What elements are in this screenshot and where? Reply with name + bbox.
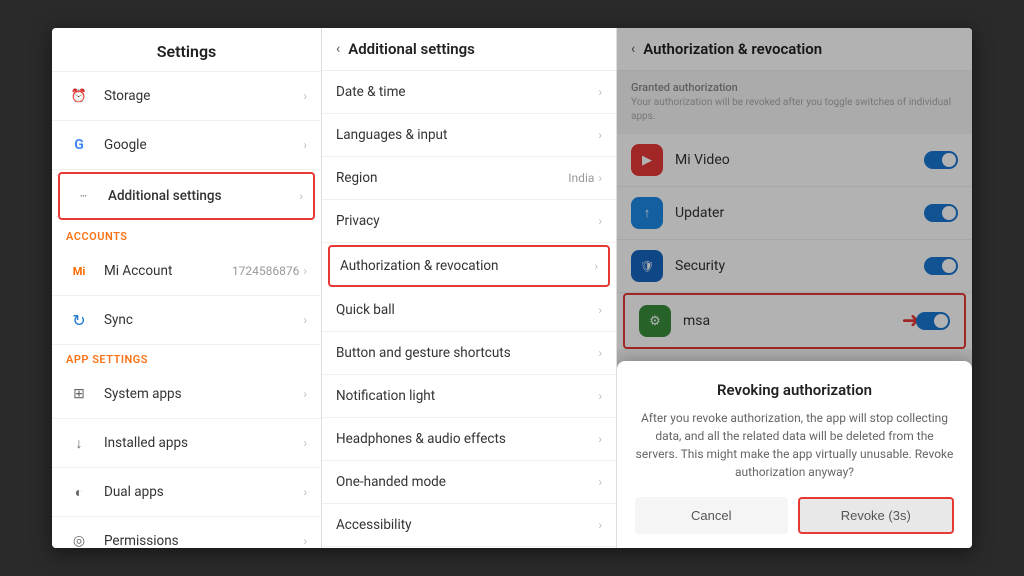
region-label: Region xyxy=(336,170,568,186)
region-value: India xyxy=(568,171,594,185)
storage-label: Storage xyxy=(104,88,303,104)
chevron-icon: › xyxy=(598,389,602,403)
sidebar-item-sync[interactable]: Sync › xyxy=(52,296,321,345)
p2-item-region[interactable]: Region India › xyxy=(322,157,616,200)
chevron-icon: › xyxy=(598,171,602,185)
installed-apps-label: Installed apps xyxy=(104,435,303,451)
revoke-title: Revoking authorization xyxy=(635,381,954,399)
sidebar-item-permissions[interactable]: Permissions › xyxy=(52,517,321,548)
chevron-icon: › xyxy=(598,518,602,532)
privacy-label: Privacy xyxy=(336,213,598,229)
p2-item-auth[interactable]: Authorization & revocation › xyxy=(328,245,610,287)
chevron-icon: › xyxy=(594,259,598,273)
sidebar-item-dual-apps[interactable]: Dual apps › xyxy=(52,468,321,517)
mi-account-value: 1724586876 xyxy=(232,264,299,278)
mi-icon xyxy=(66,258,92,284)
quick-ball-label: Quick ball xyxy=(336,302,598,318)
google-label: Google xyxy=(104,137,303,153)
sidebar-item-additional[interactable]: Additional settings › xyxy=(58,172,315,220)
phone-container: Settings Storage › Google › Additional s… xyxy=(52,28,972,548)
revoke-modal: Revoking authorization After you revoke … xyxy=(617,361,972,548)
revoke-button[interactable]: Revoke (3s) xyxy=(798,497,955,534)
p2-item-accessibility[interactable]: Accessibility › xyxy=(322,504,616,547)
sync-label: Sync xyxy=(104,312,303,328)
p2-item-button-gesture[interactable]: Button and gesture shortcuts › xyxy=(322,332,616,375)
additional-settings-title: Additional settings xyxy=(348,40,475,58)
settings-title: Settings xyxy=(52,28,321,72)
p2-item-headphones[interactable]: Headphones & audio effects › xyxy=(322,418,616,461)
chevron-icon: › xyxy=(598,475,602,489)
chevron-icon: › xyxy=(303,534,307,548)
one-handed-label: One-handed mode xyxy=(336,474,598,490)
chevron-icon: › xyxy=(303,89,307,103)
additional-settings-header: ‹ Additional settings xyxy=(322,28,616,71)
chevron-icon: › xyxy=(598,346,602,360)
chevron-icon: › xyxy=(598,128,602,142)
chevron-icon: › xyxy=(303,485,307,499)
p2-item-date-time[interactable]: Date & time › xyxy=(322,71,616,114)
chevron-icon: › xyxy=(303,138,307,152)
sidebar-item-installed-apps[interactable]: Installed apps › xyxy=(52,419,321,468)
accounts-section-header: ACCOUNTS xyxy=(52,222,321,247)
p2-item-one-handed[interactable]: One-handed mode › xyxy=(322,461,616,504)
additional-settings-panel: ‹ Additional settings Date & time › Lang… xyxy=(322,28,617,548)
headphones-label: Headphones & audio effects xyxy=(336,431,598,447)
apps-icon xyxy=(66,381,92,407)
auth-revoke-panel: ‹ Authorization & revocation Granted aut… xyxy=(617,28,972,548)
chevron-icon: › xyxy=(598,432,602,446)
date-time-label: Date & time xyxy=(336,84,598,100)
chevron-icon: › xyxy=(303,387,307,401)
more-icon xyxy=(70,183,96,209)
p2-item-notif-light[interactable]: Notification light › xyxy=(322,375,616,418)
sync-icon xyxy=(66,307,92,333)
chevron-icon: › xyxy=(303,313,307,327)
sidebar-item-mi-account[interactable]: Mi Account 1724586876 › xyxy=(52,247,321,296)
chevron-icon: › xyxy=(598,214,602,228)
storage-icon xyxy=(66,83,92,109)
revoke-overlay: Revoking authorization After you revoke … xyxy=(617,28,972,548)
sidebar-item-google[interactable]: Google › xyxy=(52,121,321,170)
dual-icon xyxy=(66,479,92,505)
back-arrow-icon: ‹ xyxy=(336,41,340,57)
chevron-icon: › xyxy=(598,85,602,99)
app-settings-section-header: APP SETTINGS xyxy=(52,345,321,370)
system-apps-label: System apps xyxy=(104,386,303,402)
cancel-button[interactable]: Cancel xyxy=(635,497,788,534)
accessibility-label: Accessibility xyxy=(336,517,598,533)
auth-label: Authorization & revocation xyxy=(340,258,594,274)
sidebar-item-system-apps[interactable]: System apps › xyxy=(52,370,321,419)
button-gesture-label: Button and gesture shortcuts xyxy=(336,345,598,361)
p2-item-lang[interactable]: Languages & input › xyxy=(322,114,616,157)
sidebar-item-storage[interactable]: Storage › xyxy=(52,72,321,121)
google-icon xyxy=(66,132,92,158)
chevron-icon: › xyxy=(303,264,307,278)
dual-apps-label: Dual apps xyxy=(104,484,303,500)
chevron-icon: › xyxy=(299,189,303,203)
chevron-icon: › xyxy=(303,436,307,450)
revoke-desc: After you revoke authorization, the app … xyxy=(635,409,954,481)
settings-panel: Settings Storage › Google › Additional s… xyxy=(52,28,322,548)
p2-item-privacy[interactable]: Privacy › xyxy=(322,200,616,243)
p2-item-quick-ball[interactable]: Quick ball › xyxy=(322,289,616,332)
mi-account-label: Mi Account xyxy=(104,263,232,279)
notif-light-label: Notification light xyxy=(336,388,598,404)
permissions-label: Permissions xyxy=(104,533,303,548)
perm-icon xyxy=(66,528,92,548)
revoke-buttons: Cancel Revoke (3s) xyxy=(635,497,954,534)
install-icon xyxy=(66,430,92,456)
lang-label: Languages & input xyxy=(336,127,598,143)
additional-label: Additional settings xyxy=(108,188,299,204)
chevron-icon: › xyxy=(598,303,602,317)
